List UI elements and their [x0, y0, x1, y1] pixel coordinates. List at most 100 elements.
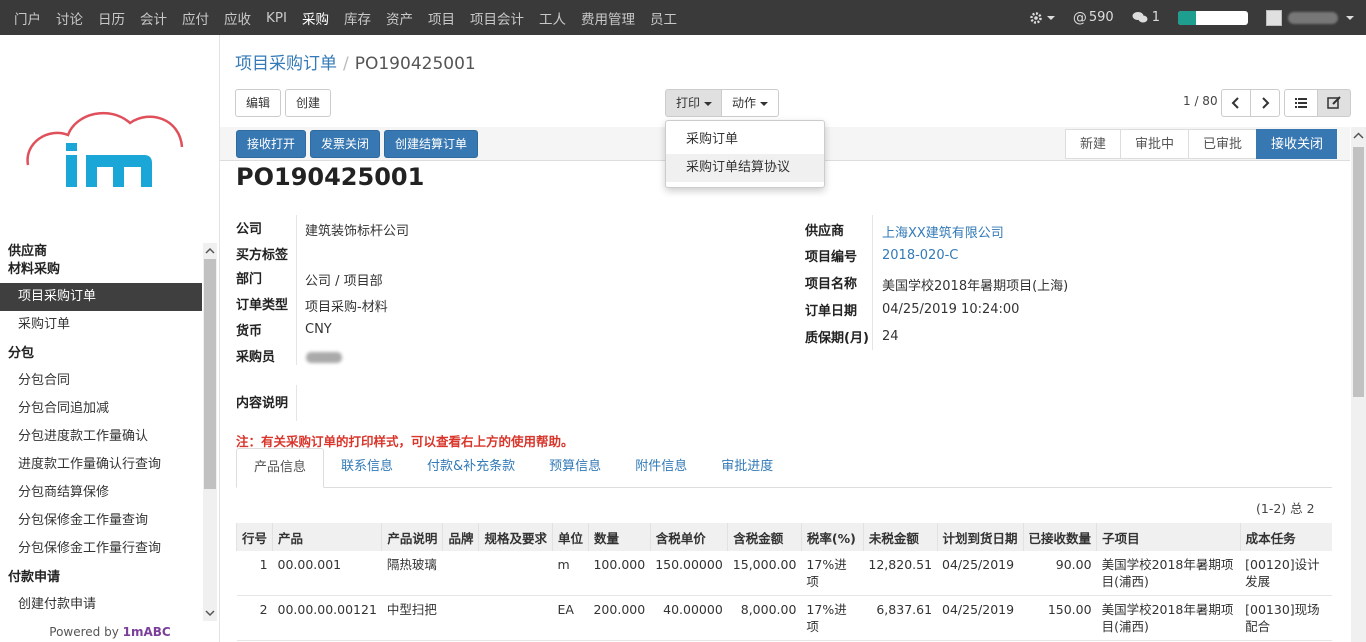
- field-label: 订单类型: [236, 298, 289, 313]
- breadcrumb-current: PO190425001: [354, 54, 476, 74]
- user-name-blurred: [1288, 11, 1338, 24]
- record-tab[interactable]: 联系信息: [324, 448, 410, 488]
- sidebar-item[interactable]: 分包商结算保修: [0, 479, 202, 507]
- top-menu-item[interactable]: 员工: [650, 8, 677, 28]
- status-step[interactable]: 审批中: [1120, 129, 1189, 159]
- print-menu-item[interactable]: 采购订单结算协议: [666, 154, 824, 182]
- table-cell: 200.000: [588, 595, 651, 641]
- create-button[interactable]: 创建: [285, 89, 332, 117]
- top-menu-item[interactable]: 资产: [386, 8, 413, 28]
- user-menu[interactable]: [1266, 9, 1354, 26]
- brand-link[interactable]: 1mABC: [123, 625, 171, 639]
- top-menu-item[interactable]: 讨论: [56, 8, 83, 28]
- sidebar-scrollbar[interactable]: [203, 243, 217, 621]
- table-cell: 17%进项: [801, 551, 864, 596]
- top-menu-item[interactable]: 日历: [98, 8, 125, 28]
- sidebar-section-header: 供应商: [8, 244, 48, 259]
- field-value-link[interactable]: 上海XX建筑有限公司: [882, 222, 1004, 241]
- column-header[interactable]: 税率(%): [800, 523, 864, 551]
- column-header[interactable]: 产品: [272, 523, 382, 551]
- print-dropdown-menu: 采购订单 采购订单结算协议: [665, 120, 825, 188]
- table-cell: 8,000.00: [727, 595, 802, 641]
- field-value-link[interactable]: 2018-020-C: [882, 248, 958, 263]
- table-row[interactable]: 2 00.00.00.00121 中型扫把 EA 200.000 40.00000 8,00…: [236, 595, 1332, 641]
- sidebar-item[interactable]: 创建付款申请: [0, 591, 202, 619]
- action-dropdown-button[interactable]: 动作: [721, 89, 780, 117]
- record-tab[interactable]: 预算信息: [532, 448, 618, 488]
- receive-open-button[interactable]: 接收打开: [236, 130, 307, 158]
- top-menu-item[interactable]: 应收: [224, 8, 251, 28]
- top-menu-item[interactable]: 项目: [428, 8, 455, 28]
- sidebar-item[interactable]: 采购订单: [0, 311, 202, 339]
- top-menu-item[interactable]: 费用管理: [581, 8, 635, 28]
- table-cell: 90.00: [1023, 551, 1097, 596]
- sidebar-item[interactable]: 分包进度款工作量确认: [0, 423, 202, 451]
- sidebar-item[interactable]: 项目采购订单: [0, 283, 202, 311]
- record-tab[interactable]: 付款&补充条款: [410, 448, 532, 488]
- form-view-button[interactable]: [1317, 89, 1351, 117]
- top-menu-item[interactable]: 工人: [539, 8, 566, 28]
- column-header[interactable]: 未税金额: [862, 523, 938, 551]
- sidebar-scroll-thumb[interactable]: [204, 259, 216, 489]
- record-tab[interactable]: 产品信息: [236, 448, 325, 488]
- field-label: 采购员: [236, 350, 276, 365]
- top-menu-item[interactable]: 库存: [344, 8, 371, 28]
- chevron-up-icon: [1353, 132, 1364, 139]
- field-value: CNY: [305, 322, 332, 337]
- main-scroll-thumb[interactable]: [1353, 147, 1364, 397]
- record-tab[interactable]: 审批进度: [704, 448, 790, 488]
- field-value: 美国学校2018年暑期项目(上海): [882, 279, 1069, 294]
- column-header[interactable]: 计划到货日期: [936, 523, 1024, 551]
- invoice-close-button[interactable]: 发票关闭: [310, 130, 381, 158]
- top-menu-item[interactable]: 门户: [14, 8, 41, 28]
- chevron-left-icon: [1231, 97, 1239, 109]
- create-settlement-order-button[interactable]: 创建结算订单: [384, 130, 479, 158]
- column-header[interactable]: 数量: [587, 523, 651, 551]
- field-value: 24: [882, 329, 899, 344]
- print-menu-item[interactable]: 采购订单: [666, 126, 824, 154]
- top-menu-item[interactable]: 应付: [182, 8, 209, 28]
- messages-indicator[interactable]: 1: [1132, 10, 1160, 25]
- top-menu-item[interactable]: KPI: [266, 10, 287, 26]
- table-cell: 150.00000: [650, 551, 728, 596]
- gear-icon: [1030, 11, 1042, 24]
- sidebar-item[interactable]: 分包保修金工作量行查询: [0, 535, 202, 563]
- mentions-indicator[interactable]: @ 590: [1073, 10, 1114, 26]
- pager-previous-button[interactable]: [1221, 89, 1251, 117]
- record-title: PO190425001: [236, 163, 425, 191]
- status-step[interactable]: 已审批: [1188, 129, 1257, 159]
- sidebar-item[interactable]: 进度款工作量确认行查询: [0, 451, 202, 479]
- top-menu-item[interactable]: 采购: [302, 8, 329, 28]
- top-right-tools: @ 590 1: [1029, 0, 1366, 35]
- sidebar-item[interactable]: 分包合同追加减: [0, 395, 202, 423]
- status-step[interactable]: 接收关闭: [1256, 129, 1338, 159]
- column-header[interactable]: 行号: [235, 523, 273, 551]
- column-header[interactable]: 含税单价: [649, 523, 728, 551]
- table-row[interactable]: 1 00.00.001 隔热玻璃 m 100.000 150.00000 15,000.00…: [236, 551, 1332, 596]
- table-cell: 17%进项: [801, 595, 864, 641]
- breadcrumb-parent-link[interactable]: 项目采购订单: [235, 54, 337, 74]
- powered-by: Powered by 1mABC: [49, 625, 171, 639]
- column-header[interactable]: 已接收数量: [1022, 523, 1097, 551]
- main-scrollbar[interactable]: [1351, 127, 1366, 642]
- top-menu: 门户 讨论 日历 会计 应付 应收 KPI 采购 库存 资产 项目 项目会计 工人 费用管理 员工: [0, 0, 692, 35]
- record-tab[interactable]: 附件信息: [618, 448, 704, 488]
- column-header[interactable]: 成本任务: [1239, 523, 1332, 551]
- column-header[interactable]: 子项目: [1096, 523, 1241, 551]
- column-header[interactable]: 品牌: [442, 523, 479, 551]
- status-step[interactable]: 新建: [1065, 129, 1121, 159]
- list-view-button[interactable]: [1284, 89, 1318, 117]
- print-dropdown-button[interactable]: 打印: [665, 89, 724, 117]
- pager-next-button[interactable]: [1250, 89, 1280, 117]
- top-menu-item[interactable]: 项目会计: [470, 8, 524, 28]
- column-header[interactable]: 单位: [551, 523, 589, 551]
- sidebar-item[interactable]: 分包合同: [0, 367, 202, 395]
- column-header[interactable]: 含税金额: [727, 523, 802, 551]
- column-header[interactable]: 产品说明: [381, 523, 443, 551]
- settings-dropdown[interactable]: [1029, 11, 1055, 25]
- field-divider: [296, 385, 297, 421]
- edit-button[interactable]: 编辑: [235, 89, 282, 117]
- sidebar-item[interactable]: 分包保修金工作量查询: [0, 507, 202, 535]
- column-header[interactable]: 规格及要求: [478, 523, 553, 551]
- top-menu-item[interactable]: 会计: [140, 8, 167, 28]
